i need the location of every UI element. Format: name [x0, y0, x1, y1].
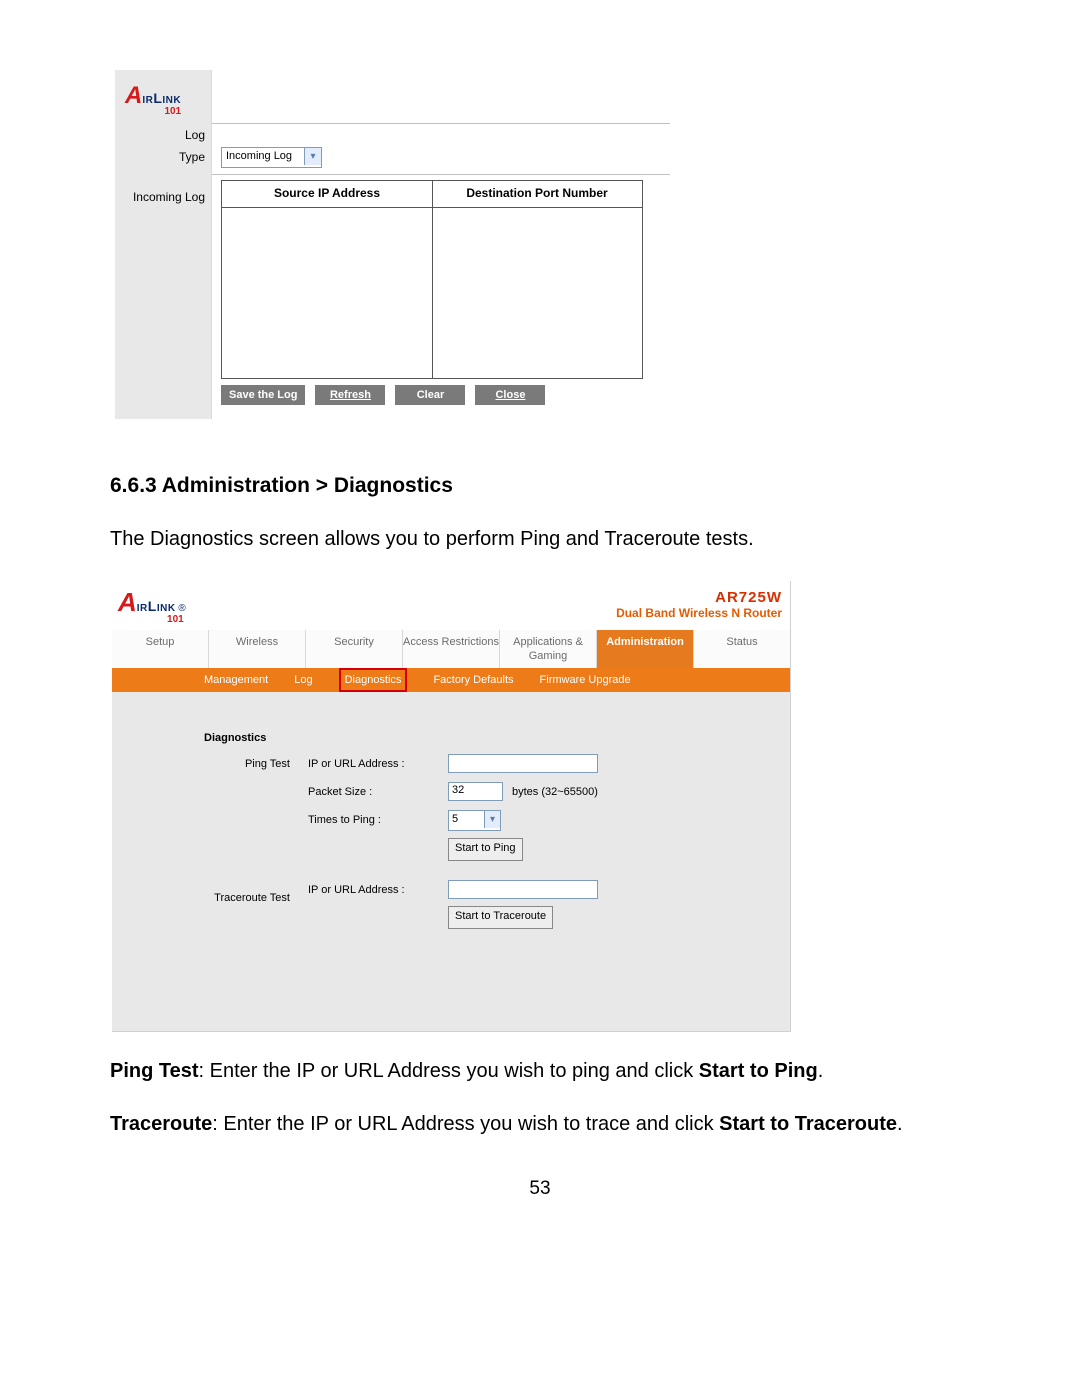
tab-administration[interactable]: Administration: [597, 630, 694, 668]
packet-size-hint: bytes (32~65500): [512, 786, 598, 798]
main-tabs: Setup Wireless Security Access Restricti…: [112, 630, 790, 668]
subtab-diagnostics[interactable]: Diagnostics: [339, 668, 408, 692]
packet-size-input[interactable]: 32: [448, 782, 503, 801]
tab-wireless[interactable]: Wireless: [209, 630, 306, 668]
model-label: AR725W: [616, 589, 782, 606]
page-number: 53: [110, 1178, 970, 1200]
incoming-log-table: Source IP Address Destination Port Numbe…: [221, 180, 643, 379]
router-model: AR725W Dual Band Wireless N Router: [616, 589, 782, 620]
ping-ip-input[interactable]: [448, 754, 598, 773]
label-log: Log: [185, 128, 205, 142]
brand-logo: AirLink 101: [125, 82, 181, 117]
packet-size-label: Packet Size :: [308, 786, 372, 798]
log-screenshot: AirLink 101 Log Type Incoming Log Incomi…: [115, 70, 670, 419]
log-type-select[interactable]: Incoming Log ▾: [221, 147, 322, 168]
col-source-ip: Source IP Address: [222, 186, 432, 200]
save-the-log-button[interactable]: Save the Log: [221, 385, 305, 405]
model-sub-label: Dual Band Wireless N Router: [616, 606, 782, 620]
desc-ping: Ping Test: Enter the IP or URL Address y…: [110, 1058, 970, 1085]
desc-traceroute: Traceroute: Enter the IP or URL Address …: [110, 1111, 970, 1138]
chevron-down-icon: ▾: [484, 811, 500, 828]
subtab-factory[interactable]: Factory Defaults: [433, 668, 513, 692]
tab-apps[interactable]: Applications & Gaming: [500, 630, 597, 668]
chevron-down-icon: ▾: [304, 148, 321, 165]
start-to-ping-button[interactable]: Start to Ping: [448, 838, 523, 861]
log-type-value: Incoming Log: [226, 150, 292, 162]
label-incoming-log: Incoming Log: [133, 190, 205, 204]
traceroute-label: Traceroute Test: [214, 892, 290, 904]
tab-access[interactable]: Access Restrictions: [403, 630, 500, 668]
diag-title: Diagnostics: [204, 732, 266, 744]
subtab-log[interactable]: Log: [294, 668, 312, 692]
section-heading: 6.6.3 Administration > Diagnostics: [110, 474, 970, 498]
times-to-ping-label: Times to Ping :: [308, 814, 381, 826]
ping-ip-label: IP or URL Address :: [308, 758, 405, 770]
close-button[interactable]: Close: [475, 385, 545, 405]
start-to-traceroute-button[interactable]: Start to Traceroute: [448, 906, 553, 929]
tab-status[interactable]: Status: [694, 630, 790, 668]
label-type: Type: [179, 150, 205, 164]
section-intro: The Diagnostics screen allows you to per…: [110, 526, 970, 553]
ping-test-label: Ping Test: [245, 758, 290, 770]
clear-button[interactable]: Clear: [395, 385, 465, 405]
subtab-firmware[interactable]: Firmware Upgrade: [540, 668, 631, 692]
diagnostics-screenshot: AirLink ® 101 AR725W Dual Band Wireless …: [112, 581, 791, 1032]
tab-security[interactable]: Security: [306, 630, 403, 668]
trace-ip-label: IP or URL Address :: [308, 884, 405, 896]
subtab-management[interactable]: Management: [204, 668, 268, 692]
trace-ip-input[interactable]: [448, 880, 598, 899]
tab-setup[interactable]: Setup: [112, 630, 209, 668]
brand-logo: AirLink ® 101: [118, 587, 186, 625]
sub-tabs: Management Log Diagnostics Factory Defau…: [112, 668, 790, 692]
refresh-button[interactable]: Refresh: [315, 385, 385, 405]
col-dest-port: Destination Port Number: [432, 186, 642, 200]
times-to-ping-select[interactable]: 5 ▾: [448, 810, 501, 831]
